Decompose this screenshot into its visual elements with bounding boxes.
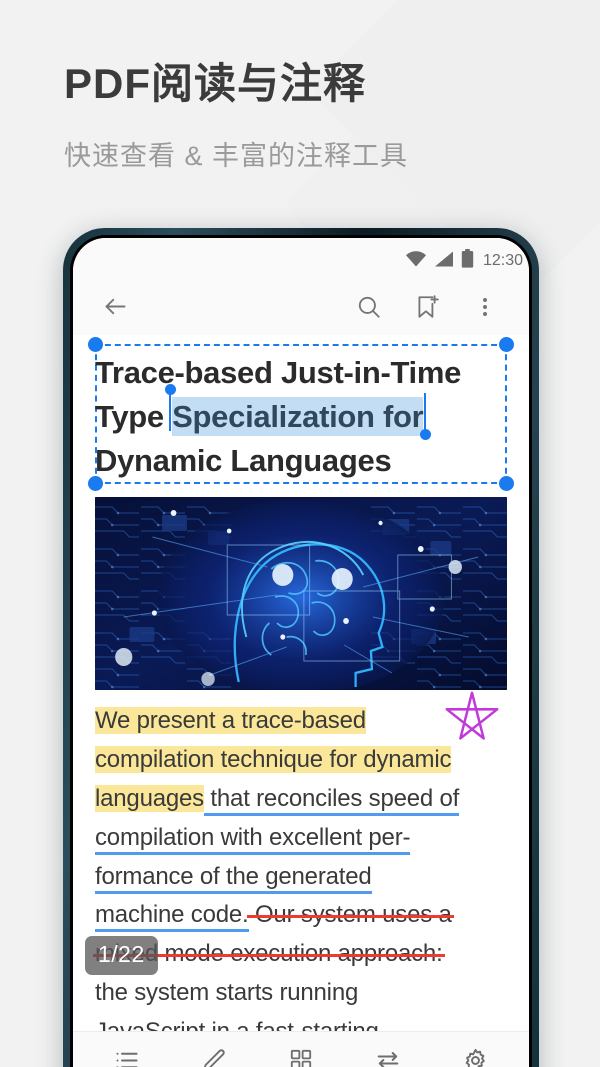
promo-header: PDF阅读与注释 快速查看 & 丰富的注释工具: [64, 60, 408, 173]
search-icon[interactable]: [349, 287, 389, 327]
highlight-annotation-3[interactable]: languages: [95, 784, 204, 812]
body-plain-line-1: the system starts running: [95, 979, 359, 1007]
status-bar-time: 12:30: [482, 252, 523, 269]
back-arrow-icon[interactable]: [95, 287, 135, 327]
selection-caret-end-knob[interactable]: [419, 429, 431, 441]
promo-subtitle: 快速查看 & 丰富的注释工具: [64, 141, 409, 172]
overflow-menu-icon[interactable]: [465, 287, 505, 327]
document-title-line-1: Trace-based Just-in-Time: [95, 355, 462, 390]
selection-caret-start[interactable]: [164, 384, 176, 432]
pencil-edit-icon[interactable]: [188, 1038, 240, 1067]
bookmark-add-icon[interactable]: [407, 287, 447, 327]
app-toolbar: [73, 278, 529, 335]
outline-list-icon[interactable]: [101, 1038, 153, 1067]
swap-scroll-mode-icon[interactable]: [362, 1038, 414, 1067]
grid-thumbnails-icon[interactable]: [275, 1038, 327, 1067]
underline-annotation-2[interactable]: compilation with excellent per-: [95, 823, 410, 855]
body-plain-line-2: JavaScript in a fast-starting: [95, 1018, 379, 1031]
document-title-line-3: Dynamic Languages: [95, 443, 392, 479]
phone-bezel: 12:30 Trace-based Just-in-Time Type Spec…: [70, 235, 532, 1067]
selected-text-label: Specialization for: [172, 399, 424, 435]
ink-star-annotation[interactable]: [441, 688, 503, 750]
status-bar: 12:30: [73, 238, 529, 278]
highlight-annotation-2[interactable]: compilation technique for dynamic: [95, 745, 451, 773]
highlight-annotation-1[interactable]: We present a trace-based: [95, 707, 366, 735]
promo-title: PDF阅读与注释: [64, 60, 367, 107]
pdf-page[interactable]: Trace-based Just-in-Time Type Specializa…: [73, 335, 529, 1031]
document-title-line-2-prefix: Type: [95, 399, 173, 435]
selection-caret-end[interactable]: [419, 393, 431, 441]
selected-text-span[interactable]: Specialization for: [164, 384, 431, 441]
underline-annotation-3[interactable]: formance of the generated: [95, 862, 372, 894]
cellular-signal-icon: [434, 250, 454, 272]
underline-annotation-4[interactable]: machine code.: [95, 901, 249, 933]
document-title: Trace-based Just-in-Time Type Specializa…: [95, 335, 507, 483]
phone-screen: 12:30 Trace-based Just-in-Time Type Spec…: [73, 238, 529, 1067]
strikethrough-annotation-1[interactable]: Our system uses a: [249, 901, 452, 928]
phone-mockup: 12:30 Trace-based Just-in-Time Type Spec…: [63, 228, 539, 1067]
wifi-icon: [405, 250, 427, 272]
page-indicator-badge: 1/22: [85, 936, 158, 975]
bottom-toolbar: [73, 1031, 529, 1067]
selection-caret-start-knob[interactable]: [164, 384, 176, 396]
document-figure-ai-brain-image: [95, 497, 507, 691]
battery-icon: [461, 249, 474, 273]
underline-annotation-1[interactable]: that reconciles speed of: [203, 784, 459, 816]
settings-gear-icon[interactable]: [449, 1038, 501, 1067]
document-body-text[interactable]: We present a trace-based compilation tec…: [95, 691, 507, 1031]
